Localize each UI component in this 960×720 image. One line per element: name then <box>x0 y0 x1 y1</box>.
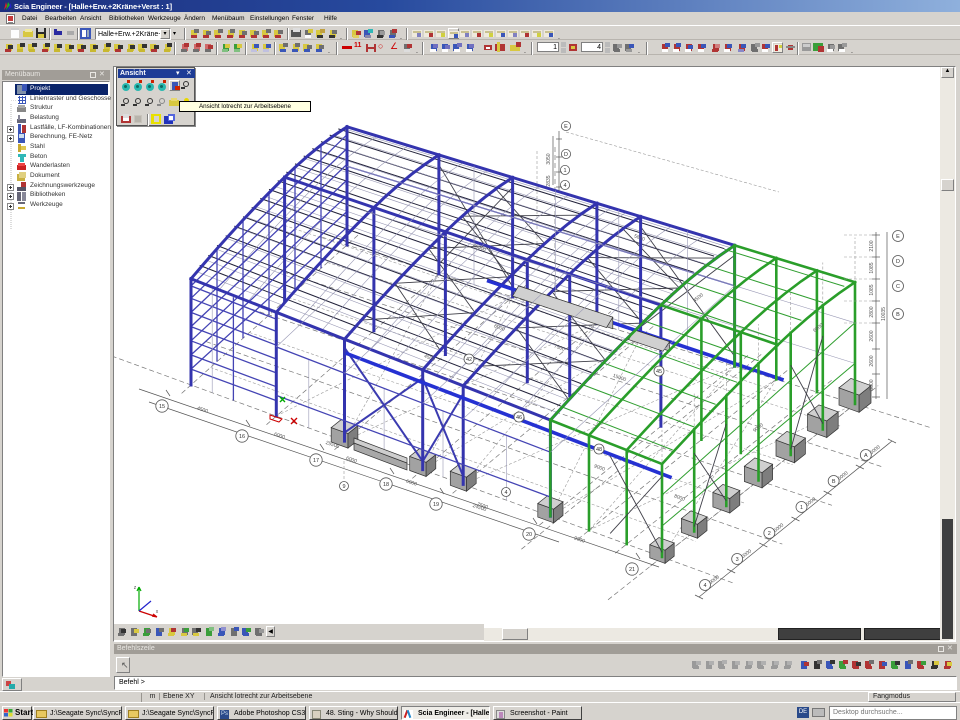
svg-text:6000: 6000 <box>345 455 358 464</box>
svg-text:4: 4 <box>504 490 507 496</box>
svg-text:D: D <box>896 259 900 265</box>
svg-text:42: 42 <box>466 357 472 363</box>
svg-text:9: 9 <box>342 484 345 490</box>
svg-text:C: C <box>896 284 900 290</box>
svg-text:20: 20 <box>526 532 532 538</box>
svg-text:45: 45 <box>656 369 662 375</box>
svg-text:16: 16 <box>239 434 245 440</box>
svg-text:1085: 1085 <box>869 262 875 273</box>
svg-text:18: 18 <box>383 482 389 488</box>
svg-text:4: 4 <box>703 583 706 589</box>
svg-text:D: D <box>564 152 568 158</box>
svg-text:3: 3 <box>736 557 739 563</box>
svg-text:2600: 2600 <box>869 355 875 366</box>
svg-text:19: 19 <box>433 502 439 508</box>
svg-text:9000: 9000 <box>593 463 606 473</box>
svg-text:A: A <box>864 453 868 459</box>
svg-text:1085: 1085 <box>869 284 875 295</box>
svg-text:21: 21 <box>629 567 635 573</box>
svg-text:17: 17 <box>313 458 319 464</box>
svg-text:1: 1 <box>800 505 803 511</box>
svg-text:15: 15 <box>159 404 165 410</box>
svg-text:E: E <box>564 124 568 130</box>
svg-text:9000: 9000 <box>573 535 586 544</box>
svg-text:6000: 6000 <box>405 478 418 487</box>
svg-text:x: x <box>156 609 159 615</box>
svg-text:8000: 8000 <box>673 493 686 503</box>
svg-text:2600: 2600 <box>869 330 875 341</box>
svg-text:4500: 4500 <box>692 292 705 304</box>
svg-text:B: B <box>896 312 900 318</box>
svg-text:15000: 15000 <box>612 373 627 383</box>
svg-text:B: B <box>832 479 836 485</box>
svg-text:2100: 2100 <box>869 240 875 251</box>
svg-text:46: 46 <box>516 415 522 421</box>
svg-text:4: 4 <box>563 183 566 189</box>
svg-text:1: 1 <box>563 168 566 174</box>
svg-text:6000: 6000 <box>273 431 286 440</box>
svg-text:3800: 3800 <box>869 379 875 390</box>
svg-text:2835: 2835 <box>546 175 552 186</box>
svg-text:48: 48 <box>596 447 602 453</box>
svg-text:3050: 3050 <box>546 153 552 164</box>
svg-text:2800: 2800 <box>869 306 875 317</box>
svg-text:z: z <box>134 585 137 591</box>
svg-text:E: E <box>896 234 900 240</box>
svg-text:2: 2 <box>768 531 771 537</box>
svg-text:4500: 4500 <box>196 405 209 414</box>
svg-text:7500: 7500 <box>553 343 566 353</box>
svg-text:10035: 10035 <box>881 307 887 321</box>
